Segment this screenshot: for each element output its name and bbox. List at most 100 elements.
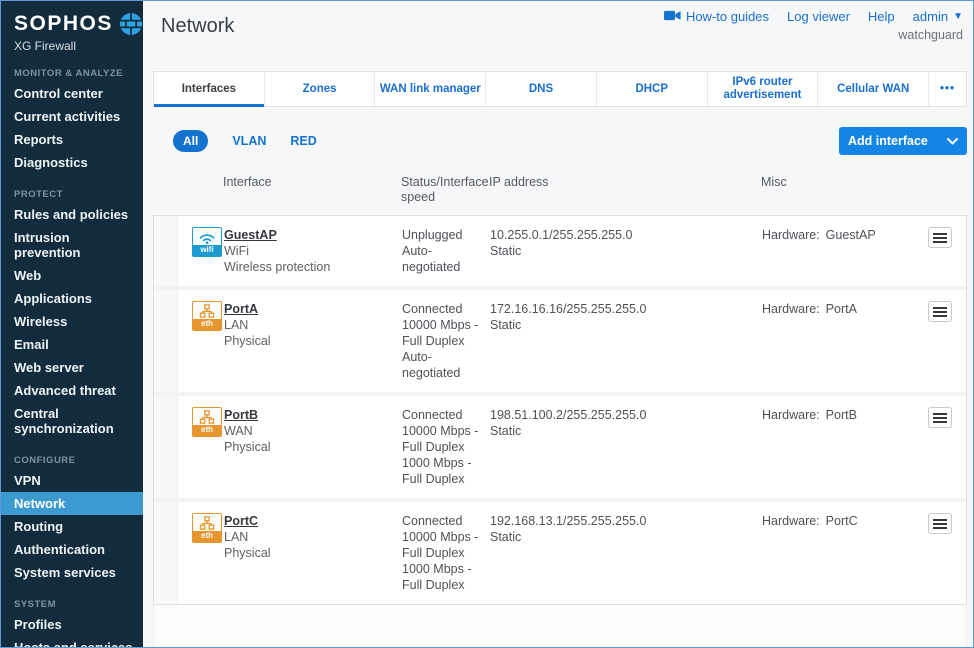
ethernet-interface-icon: eth [192, 301, 222, 331]
sidebar-item-control-center[interactable]: Control center [1, 82, 143, 105]
help-link[interactable]: Help [868, 9, 895, 24]
col-header-misc: Misc [761, 175, 911, 213]
sidebar-item-advanced-threat[interactable]: Advanced threat [1, 379, 143, 402]
filter-all[interactable]: All [173, 130, 208, 152]
misc-cell: Hardware:PortA [762, 290, 910, 392]
interface-name-link[interactable]: PortA [224, 301, 258, 317]
interface-icon-cell: wifi [178, 216, 224, 286]
sidebar-item-wireless[interactable]: Wireless [1, 310, 143, 333]
filter-toolbar: All VLAN RED Add interface [153, 127, 967, 155]
ip-cell: 10.255.0.1/255.255.255.0 Static [490, 216, 762, 286]
ethernet-interface-icon: eth [192, 407, 222, 437]
sidebar-item-intrusion-prevention[interactable]: Intrusion prevention [1, 226, 143, 264]
log-viewer-link[interactable]: Log viewer [787, 9, 850, 24]
page-title: Network [161, 15, 234, 61]
how-to-guides-link[interactable]: How-to guides [664, 9, 769, 24]
status-cell: Connected 10000 Mbps - Full Duplex 1000 … [402, 502, 490, 604]
table-row: eth PortC LAN Physical Connected 10000 M… [154, 498, 966, 604]
interface-name-link[interactable]: PortB [224, 407, 258, 423]
col-header-interface: Interface [223, 175, 401, 213]
sidebar-item-email[interactable]: Email [1, 333, 143, 356]
tab-more-menu[interactable]: ••• [928, 72, 966, 106]
sophos-ball-icon [119, 12, 143, 36]
interface-icon-cell: eth [178, 290, 224, 392]
table-row: eth PortA LAN Physical Connected 10000 M… [154, 286, 966, 392]
sidebar-item-reports[interactable]: Reports [1, 128, 143, 151]
sidebar-item-current-activities[interactable]: Current activities [1, 105, 143, 128]
tab-dns[interactable]: DNS [485, 72, 596, 106]
video-camera-icon [664, 9, 681, 24]
table-row: eth PortB WAN Physical Connected 10000 M… [154, 392, 966, 498]
tab-interfaces[interactable]: Interfaces [154, 72, 264, 106]
ip-cell: 192.168.13.1/255.255.255.0 Static [490, 502, 762, 604]
interfaces-list: wifi GuestAP WiFi Wireless protection Un… [153, 215, 967, 605]
section-title-protect: PROTECT [14, 189, 143, 200]
tab-dhcp[interactable]: DHCP [596, 72, 707, 106]
col-header-status: Status/Interface speed [401, 175, 489, 213]
tab-cellular-wan[interactable]: Cellular WAN [817, 72, 928, 106]
interface-zone: WAN [224, 423, 396, 439]
sidebar: SOPHOS XG Firewall MONITOR & ANALYZE Con… [1, 1, 143, 647]
main-content: Network How-to guides Log viewer Help [143, 1, 973, 647]
interface-type: Physical [224, 545, 396, 561]
section-title-monitor: MONITOR & ANALYZE [14, 68, 143, 79]
tab-zones[interactable]: Zones [264, 72, 375, 106]
tab-bar: Interfaces Zones WAN link manager DNS DH… [153, 71, 967, 107]
account-name: watchguard [664, 28, 963, 42]
interface-name-link[interactable]: PortC [224, 513, 258, 529]
ip-cell: 198.51.100.2/255.255.255.0 Static [490, 396, 762, 498]
interface-icon-cell: eth [178, 396, 224, 498]
sidebar-item-profiles[interactable]: Profiles [1, 613, 143, 636]
status-cell: Connected 10000 Mbps - Full Duplex Auto-… [402, 290, 490, 392]
sidebar-item-rules-and-policies[interactable]: Rules and policies [1, 203, 143, 226]
status-cell: Connected 10000 Mbps - Full Duplex 1000 … [402, 396, 490, 498]
filter-vlan[interactable]: VLAN [232, 134, 266, 148]
add-interface-button[interactable]: Add interface [839, 127, 967, 155]
sidebar-item-hosts-and-services[interactable]: Hosts and services [1, 636, 143, 647]
sidebar-nav: MONITOR & ANALYZE Control center Current… [1, 68, 143, 647]
sidebar-item-central-synchronization[interactable]: Central synchronization [1, 402, 143, 440]
table-header-row: Interface Status/Interface speed IP addr… [153, 175, 967, 213]
misc-cell: Hardware:PortB [762, 396, 910, 498]
row-menu-button[interactable] [928, 301, 952, 322]
section-title-configure: CONFIGURE [14, 455, 143, 466]
row-gutter [154, 396, 178, 498]
filter-red[interactable]: RED [290, 134, 316, 148]
row-menu-button[interactable] [928, 407, 952, 428]
interface-name-link[interactable]: GuestAP [224, 227, 277, 243]
app-window: SOPHOS XG Firewall MONITOR & ANALYZE Con… [0, 0, 974, 648]
sidebar-item-vpn[interactable]: VPN [1, 469, 143, 492]
row-menu-button[interactable] [928, 513, 952, 534]
sidebar-item-web-server[interactable]: Web server [1, 356, 143, 379]
row-gutter [154, 216, 178, 286]
interface-type: Physical [224, 439, 396, 455]
col-header-ip: IP address [489, 175, 761, 213]
status-cell: Unplugged Auto-negotiated [402, 216, 490, 286]
topbar: Network How-to guides Log viewer Help [143, 1, 973, 61]
interface-zone: WiFi [224, 243, 396, 259]
admin-menu[interactable]: admin ▼ [913, 9, 963, 24]
section-title-system: SYSTEM [14, 599, 143, 610]
tab-wan-link-manager[interactable]: WAN link manager [374, 72, 485, 106]
sidebar-item-system-services[interactable]: System services [1, 561, 143, 584]
brand-product: XG Firewall [14, 39, 137, 53]
tab-ipv6-router-advertisement[interactable]: IPv6 router advertisement [707, 72, 818, 106]
sidebar-item-diagnostics[interactable]: Diagnostics [1, 151, 143, 174]
brand: SOPHOS XG Firewall [1, 1, 143, 53]
misc-cell: Hardware:GuestAP [762, 216, 910, 286]
interface-type: Wireless protection [224, 259, 396, 275]
sidebar-item-web[interactable]: Web [1, 264, 143, 287]
interface-zone: LAN [224, 317, 396, 333]
misc-cell: Hardware:PortC [762, 502, 910, 604]
sidebar-item-applications[interactable]: Applications [1, 287, 143, 310]
sidebar-item-routing[interactable]: Routing [1, 515, 143, 538]
row-menu-button[interactable] [928, 227, 952, 248]
table-row: wifi GuestAP WiFi Wireless protection Un… [154, 216, 966, 286]
sidebar-item-network[interactable]: Network [1, 492, 143, 515]
brand-logo-text: SOPHOS [14, 12, 113, 36]
wifi-interface-icon: wifi [192, 227, 222, 257]
sidebar-item-authentication[interactable]: Authentication [1, 538, 143, 561]
ethernet-interface-icon: eth [192, 513, 222, 543]
interface-type: Physical [224, 333, 396, 349]
ip-cell: 172.16.16.16/255.255.255.0 Static [490, 290, 762, 392]
